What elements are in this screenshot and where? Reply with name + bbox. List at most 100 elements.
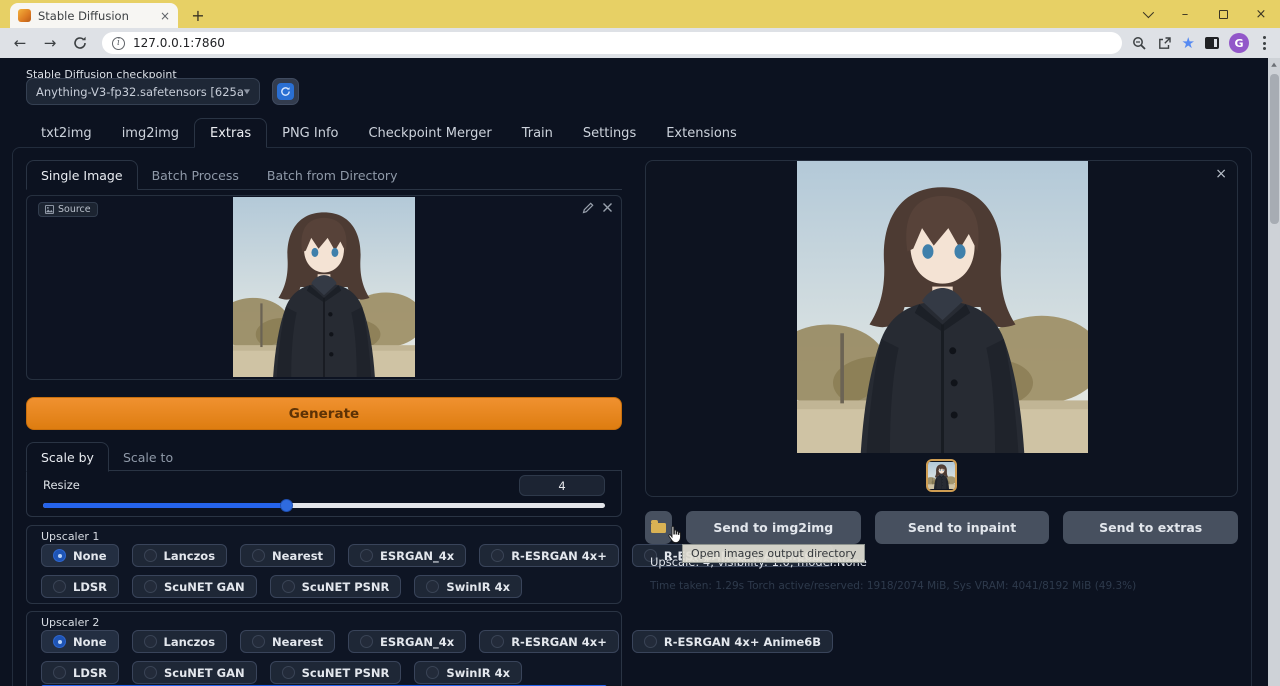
bookmark-star-icon[interactable]: ★	[1182, 34, 1195, 52]
send-to-inpaint-button[interactable]: Send to inpaint	[875, 511, 1050, 544]
clear-icon[interactable]	[602, 202, 613, 214]
radio-icon	[644, 635, 657, 648]
radio-icon	[282, 666, 295, 679]
source-label-chip: Source	[38, 202, 98, 217]
checkpoint-dropdown[interactable]: Anything-V3-fp32.safetensors [625a2ba2] …	[26, 78, 260, 105]
source-label: Source	[58, 204, 91, 215]
upscaler1-option-scunet-gan[interactable]: ScuNET GAN	[132, 575, 257, 598]
share-icon[interactable]	[1157, 36, 1172, 51]
radio-icon	[144, 549, 157, 562]
site-info-icon[interactable]: i	[112, 37, 125, 50]
upscaler1-option-lanczos[interactable]: Lanczos	[132, 544, 228, 567]
radio-icon	[360, 549, 373, 562]
tab-close-icon[interactable]: ×	[160, 10, 170, 22]
forward-icon[interactable]: →	[38, 31, 62, 55]
extras-sub-tab-bar: Single Image Batch Process Batch from Di…	[26, 160, 622, 190]
close-window-button[interactable]: ×	[1242, 0, 1280, 28]
tab-single-image[interactable]: Single Image	[26, 160, 138, 190]
gallery-thumbnail[interactable]	[926, 459, 957, 492]
checkpoint-value: Anything-V3-fp32.safetensors [625a2ba2]	[36, 85, 244, 99]
tab-png-info[interactable]: PNG Info	[267, 118, 353, 148]
upscaler2-option-lanczos[interactable]: Lanczos	[132, 630, 228, 653]
checkpoint-refresh-button[interactable]	[272, 78, 299, 105]
result-gallery: ×	[645, 160, 1238, 497]
upscaler2-option-ldsr[interactable]: LDSR	[41, 661, 119, 684]
tab-title: Stable Diffusion	[38, 9, 153, 23]
minimize-button[interactable]: –	[1166, 0, 1204, 28]
scroll-up-icon[interactable]	[1271, 61, 1277, 67]
tab-checkpoint-merger[interactable]: Checkpoint Merger	[353, 118, 506, 148]
tab-settings[interactable]: Settings	[568, 118, 651, 148]
radio-icon	[252, 635, 265, 648]
upscaler1-option-swinir4x[interactable]: SwinIR 4x	[414, 575, 522, 598]
upscaler2-option-esrgan4x[interactable]: ESRGAN_4x	[348, 630, 466, 653]
upscaler2-group: Upscaler 2 None Lanczos Nearest ESRGAN_4…	[26, 611, 622, 686]
tab-extras[interactable]: Extras	[194, 118, 267, 148]
upscaler2-option-none[interactable]: None	[41, 630, 119, 653]
radio-icon	[426, 580, 439, 593]
maximize-button[interactable]	[1204, 0, 1242, 28]
upscaler1-option-none[interactable]: None	[41, 544, 119, 567]
upscaler2-option-swinir4x[interactable]: SwinIR 4x	[414, 661, 522, 684]
edit-icon[interactable]	[582, 202, 594, 214]
browser-tab[interactable]: Stable Diffusion ×	[10, 3, 178, 28]
upscaler2-option-nearest[interactable]: Nearest	[240, 630, 335, 653]
url-bar[interactable]: i 127.0.0.1:7860	[102, 32, 1122, 54]
upscaler1-group: Upscaler 1 None Lanczos Nearest ESRGAN_4…	[26, 525, 622, 604]
source-image-dropzone[interactable]: Source	[26, 195, 622, 380]
scrollbar[interactable]	[1268, 58, 1280, 686]
main-tab-bar: txt2img img2img Extras PNG Info Checkpoi…	[26, 118, 752, 148]
side-panel-icon[interactable]	[1205, 37, 1219, 49]
upscaler1-option-nearest[interactable]: Nearest	[240, 544, 335, 567]
slider-handle[interactable]	[280, 499, 293, 512]
gallery-close-button[interactable]: ×	[1215, 167, 1227, 181]
radio-icon	[144, 580, 157, 593]
menu-dots-icon[interactable]	[1259, 36, 1270, 50]
source-image[interactable]	[233, 197, 415, 377]
send-to-img2img-button[interactable]: Send to img2img	[686, 511, 861, 544]
radio-icon	[282, 580, 295, 593]
radio-icon	[53, 580, 66, 593]
result-image[interactable]	[797, 161, 1088, 453]
radio-icon	[252, 549, 265, 562]
radio-icon	[426, 666, 439, 679]
upscaler2-option-resrgan-anime6b[interactable]: R-ESRGAN 4x+ Anime6B	[632, 630, 833, 653]
upscaler1-option-scunet-psnr[interactable]: ScuNET PSNR	[270, 575, 402, 598]
tab-txt2img[interactable]: txt2img	[26, 118, 107, 148]
back-icon[interactable]: ←	[8, 31, 32, 55]
resize-slider[interactable]	[43, 498, 605, 511]
radio-on-icon	[53, 549, 66, 562]
tab-favicon-icon	[18, 9, 31, 22]
refresh-icon	[277, 83, 294, 100]
tab-scale-by[interactable]: Scale by	[26, 442, 109, 472]
window-chevron-icon[interactable]	[1128, 0, 1166, 28]
image-icon	[45, 205, 54, 214]
upscaler1-option-esrgan4x[interactable]: ESRGAN_4x	[348, 544, 466, 567]
tab-img2img[interactable]: img2img	[107, 118, 194, 148]
reload-icon[interactable]	[68, 31, 92, 55]
tab-train[interactable]: Train	[507, 118, 568, 148]
cursor-hand-icon	[666, 525, 683, 545]
tab-batch-from-directory[interactable]: Batch from Directory	[253, 160, 412, 190]
chevron-down-icon: ▼	[244, 88, 250, 95]
tab-extensions[interactable]: Extensions	[651, 118, 752, 148]
scale-by-panel: Resize 4	[26, 471, 622, 517]
upscaler2-option-scunet-gan[interactable]: ScuNET GAN	[132, 661, 257, 684]
tab-batch-process[interactable]: Batch Process	[138, 160, 253, 190]
upscaler2-option-resrgan4x[interactable]: R-ESRGAN 4x+	[479, 630, 619, 653]
profile-avatar[interactable]: G	[1229, 33, 1249, 53]
upscaler2-option-scunet-psnr[interactable]: ScuNET PSNR	[270, 661, 402, 684]
radio-on-icon	[53, 635, 66, 648]
screen: Stable Diffusion × + – × ← → i 127.0.0.1…	[0, 0, 1280, 686]
scrollbar-thumb[interactable]	[1270, 74, 1279, 224]
radio-icon	[491, 549, 504, 562]
zoom-icon[interactable]	[1132, 36, 1147, 51]
upscaler1-option-resrgan4x[interactable]: R-ESRGAN 4x+	[479, 544, 619, 567]
tab-scale-to[interactable]: Scale to	[109, 442, 187, 472]
new-tab-button[interactable]: +	[186, 3, 210, 27]
upscaler1-option-ldsr[interactable]: LDSR	[41, 575, 119, 598]
generate-button[interactable]: Generate	[26, 397, 622, 430]
resize-number-input[interactable]: 4	[519, 475, 605, 496]
upscaler2-label: Upscaler 2	[41, 616, 607, 628]
send-to-extras-button[interactable]: Send to extras	[1063, 511, 1238, 544]
